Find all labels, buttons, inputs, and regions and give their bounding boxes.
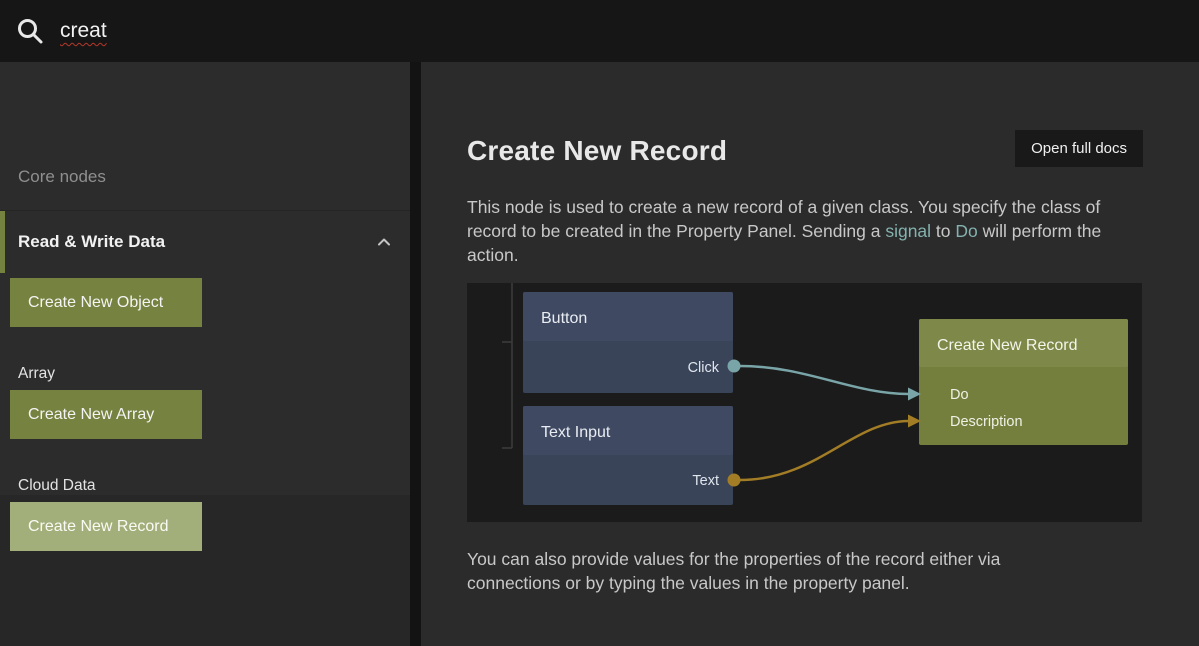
search-input[interactable]: creat	[60, 19, 107, 43]
chevron-up-icon	[376, 234, 392, 250]
signal-link[interactable]: signal	[885, 221, 931, 241]
node-title: Create New Record	[937, 337, 1078, 354]
do-link[interactable]: Do	[955, 221, 977, 241]
intro-text-mid: to	[931, 221, 955, 241]
output-port-dot-click	[728, 360, 741, 373]
group-label-array: Array	[18, 365, 55, 383]
open-full-docs-button[interactable]: Open full docs	[1015, 130, 1143, 167]
section-accent-bar	[0, 211, 5, 273]
port-label-text: Text	[692, 473, 719, 489]
diagram-node-button: Button Click	[523, 292, 733, 393]
node-item-create-new-record[interactable]: Create New Record	[10, 502, 202, 551]
diagram-node-create-new-record: Create New Record Do Description	[919, 319, 1128, 445]
section-read-write-data[interactable]: Read & Write Data	[0, 210, 410, 272]
node-item-create-new-object[interactable]: Create New Object	[10, 278, 202, 327]
hierarchy-line	[502, 283, 512, 448]
page-title: Create New Record	[467, 135, 727, 167]
port-label-description: Description	[950, 414, 1023, 430]
diagram-svg: Button Click Text Input Text Create New …	[467, 283, 1142, 522]
intro-paragraph: This node is used to create a new record…	[467, 195, 1147, 267]
outro-paragraph: You can also provide values for the prop…	[467, 547, 1092, 595]
node-connection-illustration: Button Click Text Input Text Create New …	[467, 283, 1142, 522]
connection-click-to-do	[728, 360, 922, 401]
docs-panel: Create New Record Open full docs This no…	[421, 62, 1199, 646]
node-picker-results: Core nodes Read & Write Data Create New …	[0, 62, 410, 495]
section-title: Read & Write Data	[18, 232, 165, 252]
connection-text-to-description	[728, 415, 922, 487]
port-label-click: Click	[688, 360, 720, 376]
search-icon	[16, 17, 44, 45]
group-label-cloud-data: Cloud Data	[18, 477, 96, 495]
sidebar-main-divider	[410, 62, 421, 646]
diagram-node-text-input: Text Input Text	[523, 406, 733, 505]
node-title: Button	[541, 310, 587, 327]
category-label: Core nodes	[18, 167, 106, 187]
node-picker-sidebar: Core nodes Read & Write Data Create New …	[0, 62, 410, 646]
port-label-do: Do	[950, 387, 969, 403]
node-title: Text Input	[541, 424, 611, 441]
search-bar[interactable]: creat	[0, 0, 1199, 62]
node-item-create-new-array[interactable]: Create New Array	[10, 390, 202, 439]
output-port-dot-text	[728, 474, 741, 487]
